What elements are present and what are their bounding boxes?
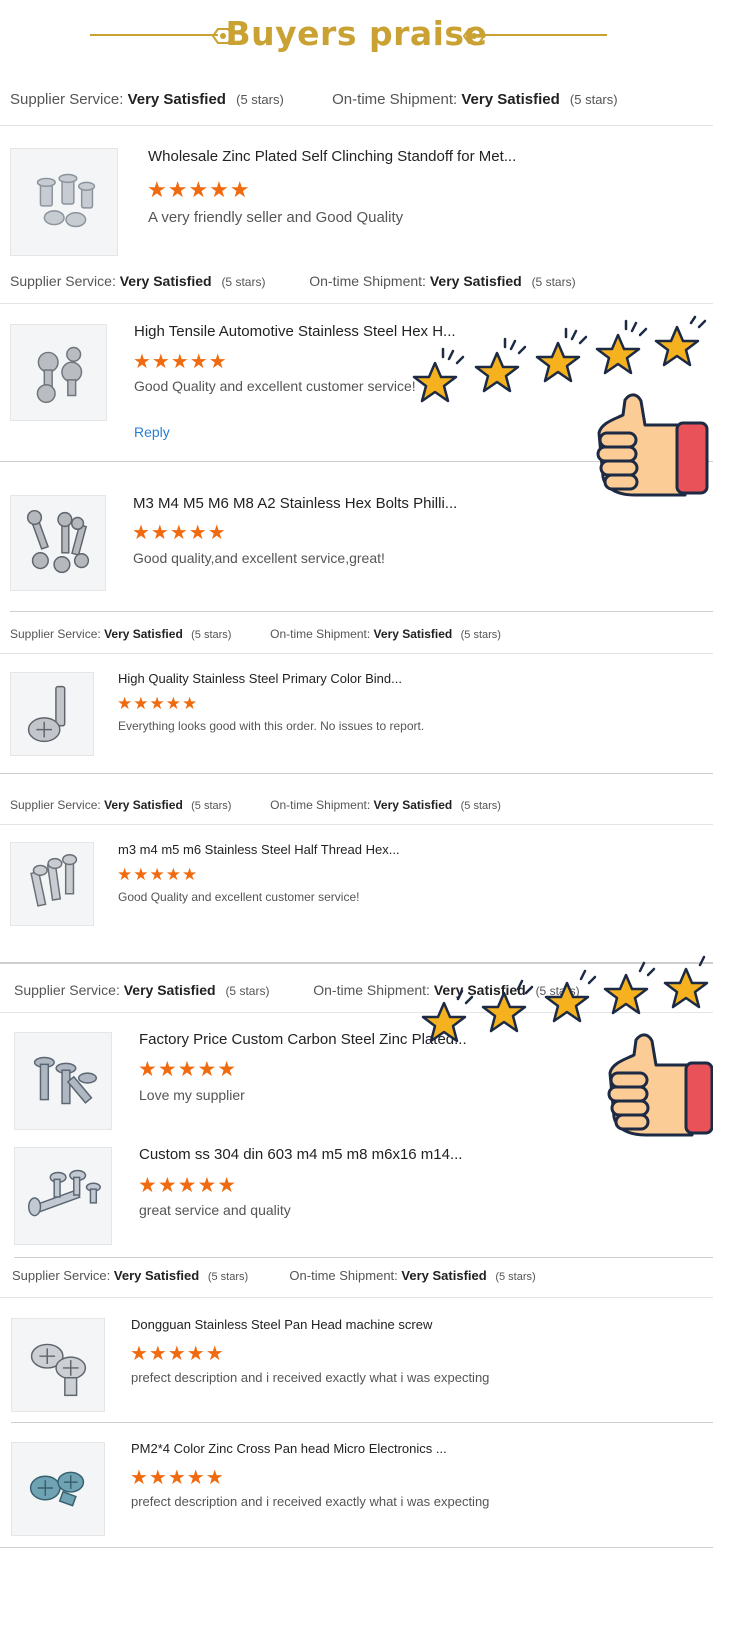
- review-comment: Good quality,and excellent service,great…: [133, 550, 385, 566]
- product-title-link[interactable]: High Quality Stainless Steel Primary Col…: [118, 671, 402, 686]
- rating-summary-bar: Supplier Service: Very Satisfied (5 star…: [10, 273, 723, 289]
- review-comment: prefect description and i received exact…: [131, 1494, 490, 1509]
- product-thumbnail[interactable]: [10, 842, 94, 926]
- star-rating: ★★★★★: [130, 1343, 225, 1365]
- supplier-service-label: Supplier Service:: [10, 798, 101, 812]
- five-stars-thumbs-up-illustration: [421, 955, 713, 1137]
- star-rating: ★★★★★: [138, 1174, 238, 1197]
- shipment-stars-count: (5 stars): [531, 275, 576, 289]
- divider: [0, 824, 713, 825]
- rating-summary-bar: Supplier Service: Very Satisfied (5 star…: [10, 627, 723, 641]
- divider: [0, 773, 713, 774]
- supplier-service-label: Supplier Service:: [12, 1268, 111, 1283]
- five-stars-thumbs-up-illustration: [412, 315, 709, 497]
- review-comment: great service and quality: [139, 1202, 291, 1218]
- shipment-label: On-time Shipment:: [270, 798, 371, 812]
- divider: [14, 1257, 713, 1258]
- review-comment: Love my supplier: [139, 1087, 245, 1103]
- review-comment: Good Quality and excellent customer serv…: [134, 378, 416, 394]
- product-title-link[interactable]: Custom ss 304 din 603 m4 m5 m8 m6x16 m14…: [139, 1146, 462, 1163]
- divider: [10, 611, 713, 612]
- divider: [0, 1547, 713, 1548]
- star-rating: ★★★★★: [138, 1058, 238, 1081]
- star-rating: ★★★★★: [130, 1467, 225, 1489]
- product-thumbnail[interactable]: [11, 1442, 105, 1536]
- supplier-service-label: Supplier Service:: [14, 982, 120, 998]
- review-comment: Everything looks good with this order. N…: [118, 719, 425, 733]
- supplier-service-value: Very Satisfied: [119, 273, 212, 289]
- shipment-stars-count: (5 stars): [460, 629, 501, 641]
- supplier-service-label: Supplier Service:: [10, 273, 116, 289]
- product-title-link[interactable]: M3 M4 M5 M6 M8 A2 Stainless Hex Bolts Ph…: [133, 495, 457, 512]
- product-title-link[interactable]: Wholesale Zinc Plated Self Clinching Sta…: [148, 148, 516, 165]
- supplier-stars-count: (5 stars): [191, 629, 232, 641]
- shipment-stars-count: (5 stars): [495, 1271, 536, 1283]
- shipment-value: Very Satisfied: [373, 798, 453, 812]
- shipment-stars-count: (5 stars): [569, 92, 618, 107]
- product-title-link[interactable]: m3 m4 m5 m6 Stainless Steel Half Thread …: [118, 842, 400, 857]
- star-rating: ★★★★★: [117, 694, 199, 713]
- product-thumbnail[interactable]: [14, 1147, 112, 1245]
- star-rating: ★★★★★: [132, 522, 227, 544]
- product-thumbnail[interactable]: [14, 1032, 112, 1130]
- divider: [0, 653, 713, 654]
- supplier-service-label: Supplier Service:: [10, 91, 124, 108]
- shipment-label: On-time Shipment:: [332, 91, 458, 108]
- rating-summary-bar: Supplier Service: Very Satisfied (5 star…: [10, 798, 723, 812]
- review-comment: Good Quality and excellent customer serv…: [118, 890, 360, 904]
- supplier-service-value: Very Satisfied: [104, 798, 183, 812]
- product-thumbnail[interactable]: [10, 495, 106, 591]
- supplier-stars-count: (5 stars): [225, 984, 270, 998]
- product-thumbnail[interactable]: [11, 1318, 105, 1412]
- review-comment: prefect description and i received exact…: [131, 1370, 490, 1385]
- supplier-service-label: Supplier Service:: [10, 627, 101, 641]
- header-right-ornament-icon: [463, 28, 485, 44]
- supplier-stars-count: (5 stars): [236, 92, 284, 107]
- shipment-stars-count: (5 stars): [460, 800, 501, 812]
- supplier-stars-count: (5 stars): [221, 275, 266, 289]
- star-rating: ★★★★★: [147, 177, 251, 202]
- shipment-value: Very Satisfied: [429, 273, 522, 289]
- shipment-label: On-time Shipment:: [289, 1268, 398, 1283]
- supplier-service-value: Very Satisfied: [127, 91, 226, 108]
- product-thumbnail[interactable]: [10, 148, 118, 256]
- supplier-service-value: Very Satisfied: [104, 627, 183, 641]
- shipment-value: Very Satisfied: [461, 91, 560, 108]
- shipment-label: On-time Shipment:: [270, 627, 371, 641]
- divider: [0, 303, 713, 304]
- star-rating: ★★★★★: [117, 865, 199, 884]
- supplier-service-value: Very Satisfied: [113, 1268, 200, 1283]
- product-thumbnail[interactable]: [10, 324, 107, 421]
- shipment-value: Very Satisfied: [373, 627, 453, 641]
- review-comment: A very friendly seller and Good Quality: [148, 209, 404, 226]
- reply-link[interactable]: Reply: [134, 424, 170, 440]
- divider: [0, 1297, 713, 1298]
- supplier-stars-count: (5 stars): [207, 1271, 249, 1283]
- rating-summary-bar: Supplier Service: Very Satisfied (5 star…: [10, 91, 723, 108]
- product-title-link[interactable]: Dongguan Stainless Steel Pan Head machin…: [131, 1317, 432, 1332]
- divider: [0, 125, 713, 126]
- product-title-link[interactable]: PM2*4 Color Zinc Cross Pan head Micro El…: [131, 1441, 447, 1456]
- supplier-service-value: Very Satisfied: [123, 982, 216, 998]
- shipment-label: On-time Shipment:: [309, 273, 426, 289]
- product-thumbnail[interactable]: [10, 672, 94, 756]
- divider: [11, 1422, 713, 1423]
- star-rating: ★★★★★: [133, 351, 228, 373]
- header-right-line: [479, 34, 607, 36]
- rating-summary-bar: Supplier Service: Very Satisfied (5 star…: [12, 1268, 725, 1283]
- shipment-value: Very Satisfied: [401, 1268, 487, 1283]
- supplier-stars-count: (5 stars): [191, 800, 232, 812]
